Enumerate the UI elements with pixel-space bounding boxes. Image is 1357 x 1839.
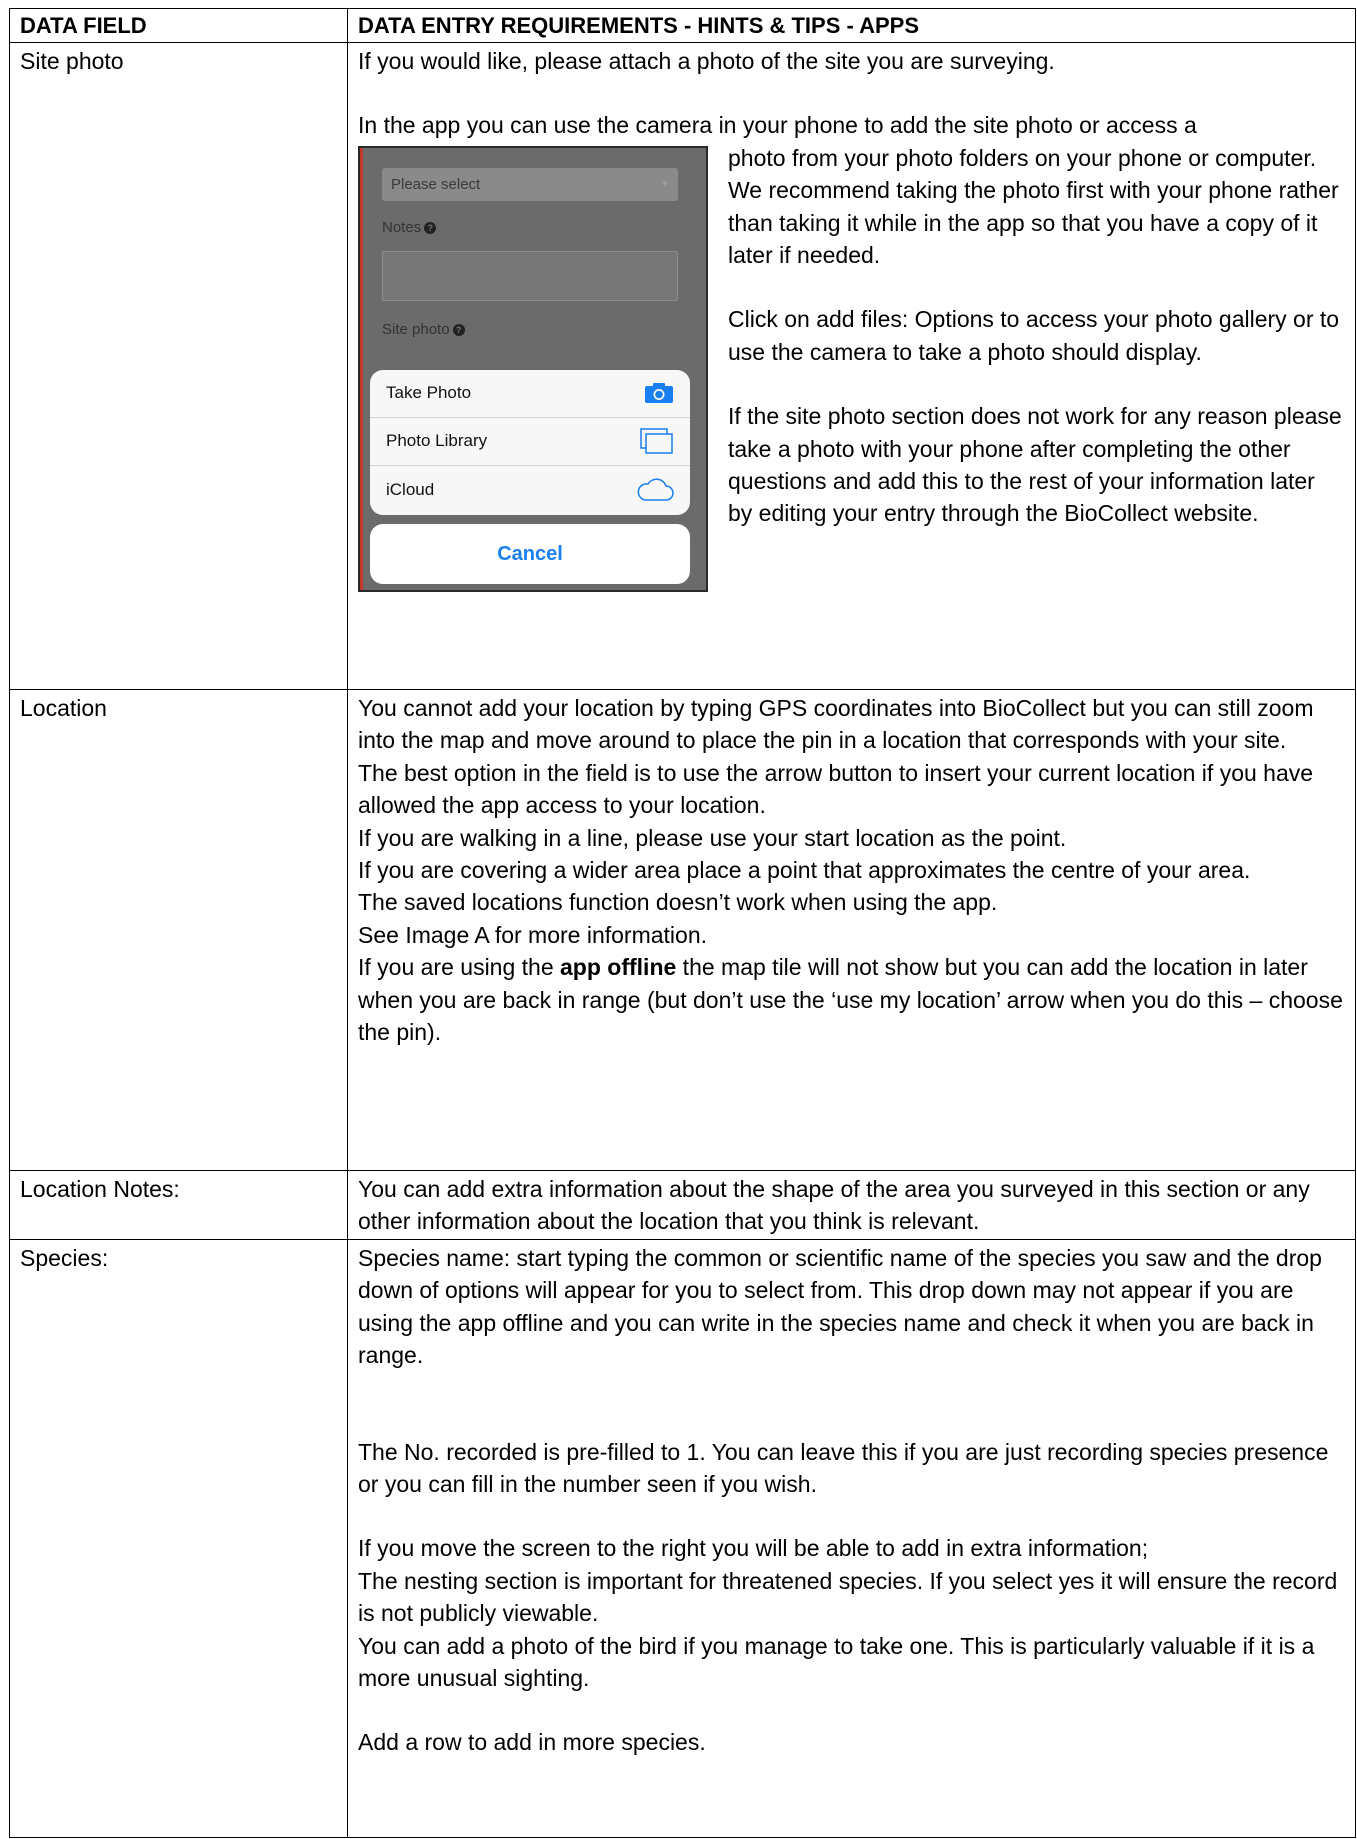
app-screenshot: Please select ▼ Notes? Site photo? Take … bbox=[358, 145, 708, 592]
take-photo-option: Take Photo bbox=[370, 370, 690, 418]
hints-table: DATA FIELD DATA ENTRY REQUIREMENTS - HIN… bbox=[9, 8, 1356, 1838]
row-species: Species: Species name: start typing the … bbox=[9, 1239, 1356, 1838]
help-icon: ? bbox=[424, 221, 437, 234]
select-placeholder: Please select bbox=[391, 175, 481, 193]
camera-icon bbox=[645, 383, 673, 404]
field-species: Species: bbox=[9, 1239, 348, 1838]
species-nesting-hint: The nesting section is important for thr… bbox=[358, 1567, 1338, 1627]
row-location: Location You cannot add your location by… bbox=[9, 689, 1356, 1171]
site-photo-add-files: Click on add files: Options to access yo… bbox=[728, 306, 1340, 365]
species-count-hint: The No. recorded is pre-filled to 1. You… bbox=[358, 1438, 1329, 1498]
field-location-notes: Location Notes: bbox=[9, 1170, 348, 1240]
requirements-location: You cannot add your location by typing G… bbox=[347, 689, 1356, 1171]
header-requirements: DATA ENTRY REQUIREMENTS - HINTS & TIPS -… bbox=[347, 8, 1356, 43]
header-row: DATA FIELD DATA ENTRY REQUIREMENTS - HIN… bbox=[9, 8, 1356, 43]
caret-down-icon: ▼ bbox=[660, 178, 670, 190]
action-sheet: Take Photo Photo Library iCloud bbox=[370, 369, 690, 515]
site-photo-app-camera: In the app you can use the camera in you… bbox=[358, 112, 1197, 139]
species-extra-info: If you move the screen to the right you … bbox=[358, 1535, 1149, 1562]
photo-library-option: Photo Library bbox=[370, 418, 690, 466]
location-line-1: You cannot add your location by typing G… bbox=[358, 695, 1314, 754]
requirements-site-photo: If you would like, please attach a photo… bbox=[347, 42, 1356, 690]
field-site-photo: Site photo bbox=[9, 42, 348, 690]
site-photo-notes: photo from your photo folders on your ph… bbox=[728, 142, 1345, 530]
icloud-option: iCloud bbox=[370, 466, 690, 514]
location-line-4: If you are covering a wider area place a… bbox=[358, 857, 1251, 884]
location-line-3: If you are walking in a line, please use… bbox=[358, 824, 1067, 851]
select-dropdown: Please select ▼ bbox=[382, 167, 678, 201]
notes-label: Notes? bbox=[382, 212, 437, 244]
location-offline: If you are using the app offline the map… bbox=[358, 954, 1343, 1046]
site-photo-label: Site photo? bbox=[382, 314, 465, 346]
location-line-2: The best option in the field is to use t… bbox=[358, 759, 1314, 819]
location-line-5: The saved locations function doesn’t wor… bbox=[358, 889, 998, 916]
requirements-species: Species name: start typing the common or… bbox=[347, 1239, 1356, 1838]
row-location-notes: Location Notes: You can add extra inform… bbox=[9, 1170, 1356, 1240]
photo-library-icon bbox=[640, 428, 673, 455]
location-line-6: See Image A for more information. bbox=[358, 921, 708, 948]
species-add-row-hint: Add a row to add in more species. bbox=[358, 1729, 706, 1756]
site-photo-recommendation: photo from your photo folders on your ph… bbox=[728, 144, 1339, 269]
cancel-button: Cancel bbox=[370, 523, 690, 584]
site-photo-fallback: If the site photo section does not work … bbox=[728, 403, 1342, 527]
site-photo-intro: If you would like, please attach a photo… bbox=[358, 48, 1055, 74]
row-site-photo: Site photo If you would like, please att… bbox=[9, 42, 1356, 690]
cloud-icon bbox=[637, 478, 674, 501]
species-photo-hint: You can add a photo of the bird if you m… bbox=[358, 1632, 1315, 1692]
help-icon: ? bbox=[452, 323, 465, 336]
notes-textarea bbox=[382, 250, 678, 301]
field-location: Location bbox=[9, 689, 348, 1171]
requirements-location-notes: You can add extra information about the … bbox=[347, 1170, 1356, 1240]
header-data-field: DATA FIELD bbox=[9, 8, 348, 43]
species-name-hint: Species name: start typing the common or… bbox=[358, 1245, 1322, 1369]
